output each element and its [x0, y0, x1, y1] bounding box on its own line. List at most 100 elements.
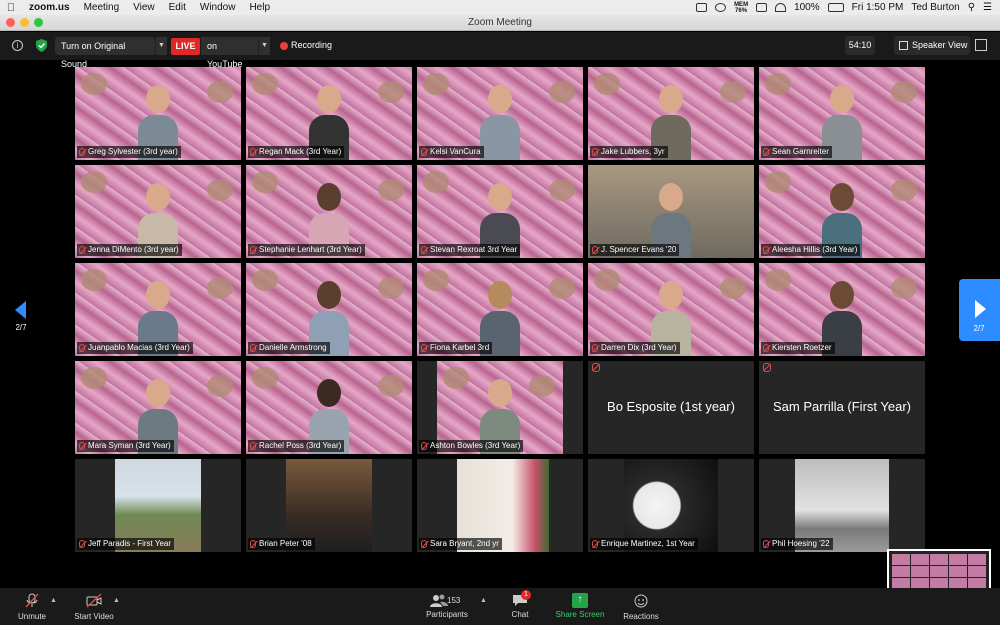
- menu-help[interactable]: Help: [242, 2, 277, 13]
- live-badge[interactable]: LIVE: [171, 38, 200, 55]
- participant-tile[interactable]: Juanpablo Macias (3rd Year): [75, 263, 241, 356]
- encryption-shield-icon[interactable]: [36, 39, 47, 52]
- participant-tile[interactable]: Brian Peter '08: [246, 459, 412, 552]
- audio-options-caret[interactable]: ▲: [50, 597, 57, 604]
- fullscreen-icon[interactable]: [975, 39, 987, 51]
- unmute-label: Unmute: [17, 612, 46, 621]
- participant-tile[interactable]: Aleesha Hillis (3rd Year): [759, 165, 925, 258]
- participants-icon: [430, 594, 448, 607]
- live-dropdown[interactable]: ▼: [258, 37, 270, 55]
- share-screen-button[interactable]: ↑ Share Screen: [551, 588, 609, 625]
- battery-icon[interactable]: [827, 3, 844, 12]
- participant-name: Rachel Poss (3rd Year): [248, 440, 345, 452]
- participant-tile[interactable]: Kiersten Roetzer: [759, 263, 925, 356]
- participant-name: Sara Bryant, 2nd yr: [419, 538, 502, 550]
- participant-name: Jenna DiMento (3rd year): [77, 244, 182, 256]
- video-camera-off-icon: [86, 593, 102, 608]
- meeting-timer: 54:10: [845, 36, 875, 55]
- mic-muted-icon: [79, 540, 85, 548]
- chat-button[interactable]: 1 Chat: [503, 588, 537, 625]
- mic-muted-icon: [421, 442, 427, 450]
- participant-tile[interactable]: Jake Lubbers, 3yr: [588, 67, 754, 160]
- participant-name: Fiona Karbel 3rd: [419, 342, 493, 354]
- mic-muted-icon: [250, 540, 256, 548]
- recording-label[interactable]: Recording: [291, 40, 332, 50]
- window-title-bar: Zoom Meeting: [0, 15, 1000, 31]
- next-page-button[interactable]: 2/7: [959, 279, 1000, 341]
- menu-view[interactable]: View: [126, 2, 162, 13]
- meeting-controls-bar: Unmute ▲ Start Video ▲ 153 Participants …: [0, 588, 1000, 625]
- participant-tile[interactable]: Enrique Martinez, 1st Year: [588, 459, 754, 552]
- speaker-view-label: Speaker View: [912, 40, 968, 50]
- video-options-caret[interactable]: ▲: [113, 597, 120, 604]
- participant-tile[interactable]: Greg Sylvester (3rd year): [75, 67, 241, 160]
- apple-menu-icon[interactable]: : [0, 2, 22, 14]
- participant-name: Danielle Armstrong: [248, 342, 330, 354]
- participant-tile[interactable]: Rachel Poss (3rd Year): [246, 361, 412, 454]
- participant-name: Stevan Rexroat 3rd Year: [419, 244, 521, 256]
- speaker-view-button[interactable]: Speaker View: [894, 36, 970, 55]
- participant-tile[interactable]: Stevan Rexroat 3rd Year: [417, 165, 583, 258]
- mic-muted-icon: [763, 246, 769, 254]
- arrow-right-icon: [975, 300, 986, 318]
- mic-muted-icon: [79, 246, 85, 254]
- menu-meeting[interactable]: Meeting: [77, 2, 127, 13]
- participant-tile[interactable]: Regan Mack (3rd Year): [246, 67, 412, 160]
- participant-tile[interactable]: Phil Hoesing '22: [759, 459, 925, 552]
- participant-name: Aleesha Hillis (3rd Year): [761, 244, 861, 256]
- clock[interactable]: Fri 1:50 PM: [852, 2, 904, 13]
- participant-name: Stephanie Lenhart (3rd Year): [248, 244, 365, 256]
- participant-tile[interactable]: Mara Syman (3rd Year): [75, 361, 241, 454]
- screen-record-icon[interactable]: [715, 3, 727, 12]
- reactions-button[interactable]: Reactions: [618, 588, 664, 625]
- mic-muted-icon: [421, 540, 427, 548]
- live-target-button[interactable]: on YouTube: [201, 37, 258, 69]
- mic-muted-icon: [79, 148, 85, 156]
- spotlight-search-icon[interactable]: ⚲: [968, 2, 975, 13]
- previous-page-button[interactable]: 2/7: [8, 298, 34, 338]
- participant-tile[interactable]: Sean Garnreiter: [759, 67, 925, 160]
- participant-name: Greg Sylvester (3rd year): [77, 146, 181, 158]
- current-user[interactable]: Ted Burton: [911, 2, 959, 13]
- wifi-icon[interactable]: [775, 3, 787, 12]
- battery-percent[interactable]: 100%: [794, 2, 820, 13]
- meeting-info-icon[interactable]: i: [12, 40, 23, 51]
- mic-muted-icon: [763, 148, 769, 156]
- participants-button[interactable]: 153 Participants: [420, 588, 474, 625]
- participant-name: Sean Garnreiter: [761, 146, 832, 158]
- participant-tile[interactable]: Stephanie Lenhart (3rd Year): [246, 165, 412, 258]
- mic-muted-icon: [421, 344, 427, 352]
- participant-name: Regan Mack (3rd Year): [248, 146, 345, 158]
- participant-name: Mara Syman (3rd Year): [77, 440, 174, 452]
- backup-icon[interactable]: [756, 3, 768, 12]
- arrow-left-icon: [15, 301, 26, 319]
- participant-count: 153: [447, 596, 461, 605]
- participant-tile[interactable]: Kelsi VanCura: [417, 67, 583, 160]
- participant-tile[interactable]: Darren Dix (3rd Year): [588, 263, 754, 356]
- participant-tile[interactable]: J. Spencer Evans '20: [588, 165, 754, 258]
- original-sound-button[interactable]: Turn on Original Sound: [55, 37, 155, 69]
- participant-tile[interactable]: Fiona Karbel 3rd: [417, 263, 583, 356]
- participant-tile[interactable]: Jenna DiMento (3rd year): [75, 165, 241, 258]
- mic-muted-icon: [763, 540, 769, 548]
- menu-app-name[interactable]: zoom.us: [22, 2, 77, 13]
- memory-meter[interactable]: MEM 76%: [734, 2, 748, 14]
- participant-tile[interactable]: Bo Esposite (1st year): [588, 361, 754, 454]
- menu-window[interactable]: Window: [193, 2, 243, 13]
- mac-menu-bar:  zoom.us Meeting View Edit Window Help …: [0, 0, 1000, 15]
- participant-tile[interactable]: Sara Bryant, 2nd yr: [417, 459, 583, 552]
- participants-options-caret[interactable]: ▲: [480, 597, 487, 604]
- unmute-button[interactable]: Unmute: [10, 588, 54, 625]
- participant-tile[interactable]: Ashton Bowles (3rd Year): [417, 361, 583, 454]
- start-video-button[interactable]: Start Video: [66, 588, 122, 625]
- participant-name-large: Sam Parrilla (First Year): [773, 399, 911, 414]
- participant-tile[interactable]: Jeff Paradis - First Year: [75, 459, 241, 552]
- menu-edit[interactable]: Edit: [162, 2, 193, 13]
- page-indicator-left: 2/7: [15, 323, 27, 332]
- original-sound-dropdown[interactable]: ▼: [155, 37, 167, 55]
- mic-muted-icon: [250, 442, 256, 450]
- participant-tile[interactable]: Sam Parrilla (First Year): [759, 361, 925, 454]
- participant-tile[interactable]: Danielle Armstrong: [246, 263, 412, 356]
- control-center-icon[interactable]: ☰: [983, 2, 992, 13]
- zoom-status-icon[interactable]: [696, 3, 708, 12]
